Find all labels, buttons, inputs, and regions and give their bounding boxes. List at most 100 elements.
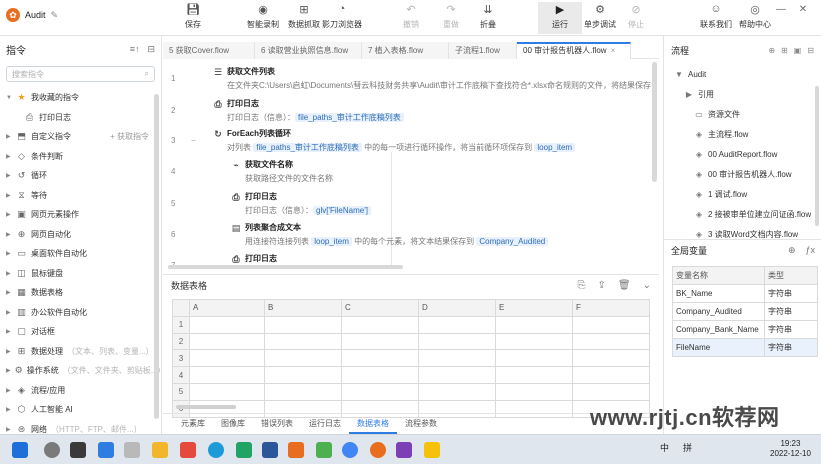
bottom-tab[interactable]: 错误列表 — [253, 414, 301, 434]
grid-cell[interactable] — [418, 349, 496, 368]
row-header[interactable]: 4 — [172, 366, 190, 384]
more-icon[interactable]: ▣ — [794, 46, 802, 55]
step-print-log[interactable]: ⎙ 打印日志 打印日志（信息）： file_paths_审计工作底稿列表 — [213, 98, 404, 123]
editor-horizontal-scrollbar[interactable] — [168, 265, 403, 269]
grid-cell[interactable] — [264, 315, 342, 334]
chrome-icon[interactable] — [342, 442, 358, 458]
app-icon[interactable] — [396, 442, 412, 458]
grid-cell[interactable] — [572, 315, 650, 334]
instruction-category[interactable]: ▶ ⬡ 人工智能 AI — [0, 400, 161, 420]
add-variable-icon[interactable]: ⊕ — [788, 245, 796, 256]
grid-cell[interactable] — [495, 366, 573, 384]
grid-cell[interactable] — [341, 315, 419, 334]
instruction-category[interactable]: ▶ ▥ 办公软件自动化 — [0, 303, 161, 323]
grid-cell[interactable] — [418, 382, 496, 401]
variable-row[interactable]: FileName 字符串 — [672, 338, 818, 357]
instruction-category[interactable]: ▶ ⊕ 网页自动化 — [0, 225, 161, 245]
instruction-search-input[interactable] — [12, 69, 132, 79]
custom-instructions-group[interactable]: ▶ ⬒ 自定义指令 + 获取指令 — [0, 127, 161, 147]
save-button[interactable]: 💾︎ 保存 — [171, 2, 215, 34]
tab-flow[interactable]: 5 获取Cover.flow — [163, 42, 255, 59]
step-join-list-text[interactable]: ▤ 列表聚合成文本 用连接符连接列表 loop_item 中的每个元素，将文本结果… — [231, 222, 549, 247]
column-header[interactable]: B — [264, 299, 342, 317]
instruction-category[interactable]: ▶ ▣ 网页元素操作 — [0, 205, 161, 225]
app-icon[interactable] — [316, 442, 332, 458]
upload-icon[interactable]: ⇪ — [598, 280, 606, 291]
favorite-print-log[interactable]: ⎙ 打印日志 — [0, 108, 161, 128]
variable-row[interactable]: BK_Name 字符串 — [672, 284, 818, 303]
grid-cell[interactable] — [341, 382, 419, 401]
app-icon[interactable] — [180, 442, 196, 458]
instruction-category[interactable]: ▶ ⊞ 数据处理 （文本、列表、变量...） — [0, 342, 161, 362]
fold-button[interactable]: ⇊ 折叠 — [466, 2, 510, 34]
ime-indicator[interactable]: 中 — [660, 441, 669, 454]
windows-start-icon[interactable] — [12, 442, 28, 458]
bottom-tab[interactable]: 运行日志 — [301, 414, 349, 434]
step-foreach-loop[interactable]: ↻ ForEach列表循环 对列表 file_paths_审计工作底稿列表 中的每… — [213, 128, 576, 153]
step-get-file-name[interactable]: ⌁ 获取文件名称 获取路径文件的文件名称 — [231, 159, 333, 184]
chevron-down-icon[interactable]: ⌄ — [643, 280, 651, 291]
close-icon[interactable]: × — [611, 46, 616, 55]
bottom-tab[interactable]: 元素库 — [173, 414, 213, 434]
row-header[interactable]: 5 — [172, 382, 190, 401]
flow-tree-item[interactable]: ◈ 2 接被审单位建立问证函.flow — [664, 204, 821, 224]
instruction-category[interactable]: ▶ ◫ 鼠标键盘 — [0, 264, 161, 284]
favorites-group[interactable]: ▼ ★ 我收藏的指令 — [0, 88, 161, 108]
instruction-category[interactable]: ▶ ⧖ 等待 — [0, 186, 161, 206]
grid-cell[interactable] — [495, 332, 573, 351]
row-header[interactable]: 2 — [172, 332, 190, 351]
contact-us-button[interactable]: ☺ 联系我们 — [694, 2, 738, 34]
grid-cell[interactable] — [189, 366, 265, 384]
variable-row[interactable]: Company_Audited 字符串 — [672, 302, 818, 321]
tab-flow[interactable]: 00 审计报告机器人.flow × — [517, 42, 631, 59]
grid-cell[interactable] — [189, 349, 265, 368]
grid-cell[interactable] — [418, 315, 496, 334]
column-header[interactable]: A — [189, 299, 265, 317]
app-icon[interactable] — [98, 442, 114, 458]
datatable-scrollbar[interactable] — [176, 405, 236, 409]
flow-tree-item[interactable]: ◈ 主流程.flow — [664, 124, 821, 144]
grid-cell[interactable] — [418, 366, 496, 384]
grid-cell[interactable] — [341, 332, 419, 351]
flow-tree-scrollbar[interactable] — [815, 86, 819, 226]
edge-icon[interactable] — [208, 442, 224, 458]
ime-mode[interactable]: 拼 — [683, 441, 692, 454]
variable-row[interactable]: Company_Bank_Name 字符串 — [672, 320, 818, 339]
grid-cell[interactable] — [572, 366, 650, 384]
export-icon[interactable]: ⎘ — [578, 280, 586, 291]
search-icon[interactable] — [44, 442, 60, 458]
function-icon[interactable]: ƒx — [805, 245, 815, 256]
instruction-category[interactable]: ▶ ▭ 桌面软件自动化 — [0, 244, 161, 264]
close-icon[interactable]: ✕ — [797, 4, 809, 16]
flow-tree-item[interactable]: ▶ 引用 — [664, 84, 821, 104]
flow-tree-item[interactable]: ◈ 00 AuditReport.flow — [664, 144, 821, 164]
grid-cell[interactable] — [189, 332, 265, 351]
bottom-tab[interactable]: 数据表格 — [349, 414, 397, 434]
tab-flow[interactable]: 7 植入表格.flow — [362, 42, 449, 59]
search-icon[interactable]: ⌕ — [145, 69, 149, 79]
app-icon[interactable] — [288, 442, 304, 458]
row-header[interactable]: 1 — [172, 315, 190, 334]
bottom-tab[interactable]: 图像库 — [213, 414, 253, 434]
grid-cell[interactable] — [572, 349, 650, 368]
editor-scrollbar[interactable] — [652, 62, 657, 182]
instruction-category[interactable]: ▶ ▦ 数据表格 — [0, 283, 161, 303]
get-instruction-link[interactable]: + 获取指令 — [110, 131, 149, 142]
grid-cell[interactable] — [341, 349, 419, 368]
grid-cell[interactable] — [341, 366, 419, 384]
bottom-tab[interactable]: 流程参数 — [397, 414, 445, 434]
flow-tree-item[interactable]: ▭ 资源文件 — [664, 104, 821, 124]
grid-cell[interactable] — [264, 332, 342, 351]
smart-record-button[interactable]: ◉ 智能录制 — [241, 2, 285, 34]
column-header[interactable]: E — [495, 299, 573, 317]
grid-cell[interactable] — [495, 349, 573, 368]
instruction-category[interactable]: ▶ ◇ 条件判断 — [0, 147, 161, 167]
tab-flow[interactable]: 子流程1.flow — [449, 42, 517, 59]
edit-title-icon[interactable]: ✎ — [51, 10, 59, 21]
shadow-browser-button[interactable]: ◔ 影刀浏览器 — [320, 2, 364, 34]
app-icon[interactable] — [424, 442, 440, 458]
grid-cell[interactable] — [495, 382, 573, 401]
grid-cell[interactable] — [189, 315, 265, 334]
grid-cell[interactable] — [189, 382, 265, 401]
grid-cell[interactable] — [264, 366, 342, 384]
